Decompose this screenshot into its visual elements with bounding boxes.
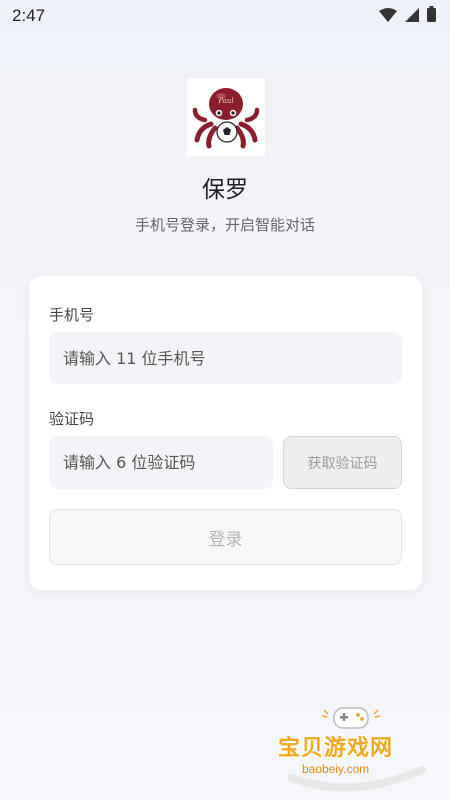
status-time: 2:47	[12, 6, 46, 25]
phone-input[interactable]	[49, 332, 402, 384]
battery-icon	[427, 6, 436, 26]
login-card: 手机号 验证码 获取验证码 登录	[29, 276, 422, 590]
watermark-title: 宝贝游戏网	[278, 736, 394, 761]
wifi-icon	[379, 7, 397, 26]
status-bar: 2:47	[0, 0, 450, 32]
octopus-logo-icon: Paul	[192, 88, 260, 149]
get-code-button[interactable]: 获取验证码	[283, 436, 402, 489]
status-icons	[379, 6, 436, 26]
login-subtitle: 手机号登录，开启智能对话	[134, 216, 315, 234]
watermark-url: baobeiy.com	[302, 762, 370, 776]
verification-code-input[interactable]	[49, 436, 273, 489]
signal-icon	[405, 7, 419, 26]
logo-wordmark: Paul	[217, 97, 233, 105]
code-label: 验证码	[49, 410, 95, 428]
app-name: 保罗	[202, 177, 248, 203]
app-logo: Paul	[187, 78, 265, 156]
login-button[interactable]: 登录	[49, 509, 402, 565]
watermark: 宝贝游戏网 baobeiy.com	[272, 700, 432, 792]
phone-label: 手机号	[49, 306, 95, 324]
